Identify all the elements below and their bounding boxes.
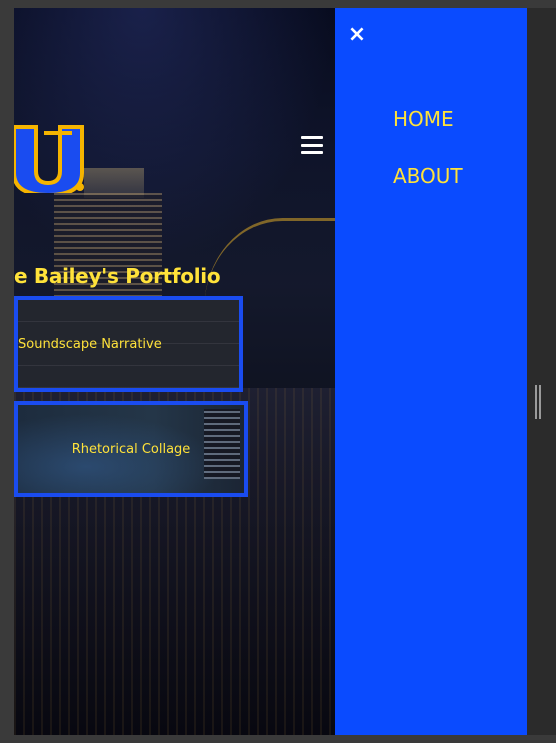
hamburger-menu-icon[interactable] — [301, 136, 323, 154]
hamburger-bar — [301, 143, 323, 147]
project-card-collage[interactable]: Rhetorical Collage — [14, 401, 248, 497]
page-title: e Bailey's Portfolio — [14, 264, 221, 288]
nav-link-home[interactable]: HOME — [393, 107, 454, 131]
logo-icon[interactable] — [14, 113, 92, 193]
hamburger-bar — [301, 151, 323, 154]
close-icon[interactable]: × — [347, 24, 367, 46]
project-card-label: Soundscape Narrative — [18, 300, 239, 388]
page-viewport: e Bailey's Portfolio Soundscape Narrativ… — [14, 8, 335, 735]
window-frame-left — [0, 0, 14, 743]
project-card-title: Rhetorical Collage — [71, 441, 191, 457]
window-frame-bottom — [0, 735, 556, 743]
window-frame-right — [527, 8, 556, 743]
window-frame-top — [0, 0, 556, 8]
side-navigation-menu: × HOME ABOUT — [335, 8, 527, 743]
hamburger-bar — [301, 136, 323, 139]
project-card-soundscape[interactable]: Soundscape Narrative — [14, 296, 243, 392]
resize-handle[interactable] — [535, 385, 541, 419]
project-card-title: Soundscape Narrative — [18, 336, 162, 352]
project-card-label: Rhetorical Collage — [18, 405, 244, 493]
nav-link-about[interactable]: ABOUT — [393, 164, 463, 188]
